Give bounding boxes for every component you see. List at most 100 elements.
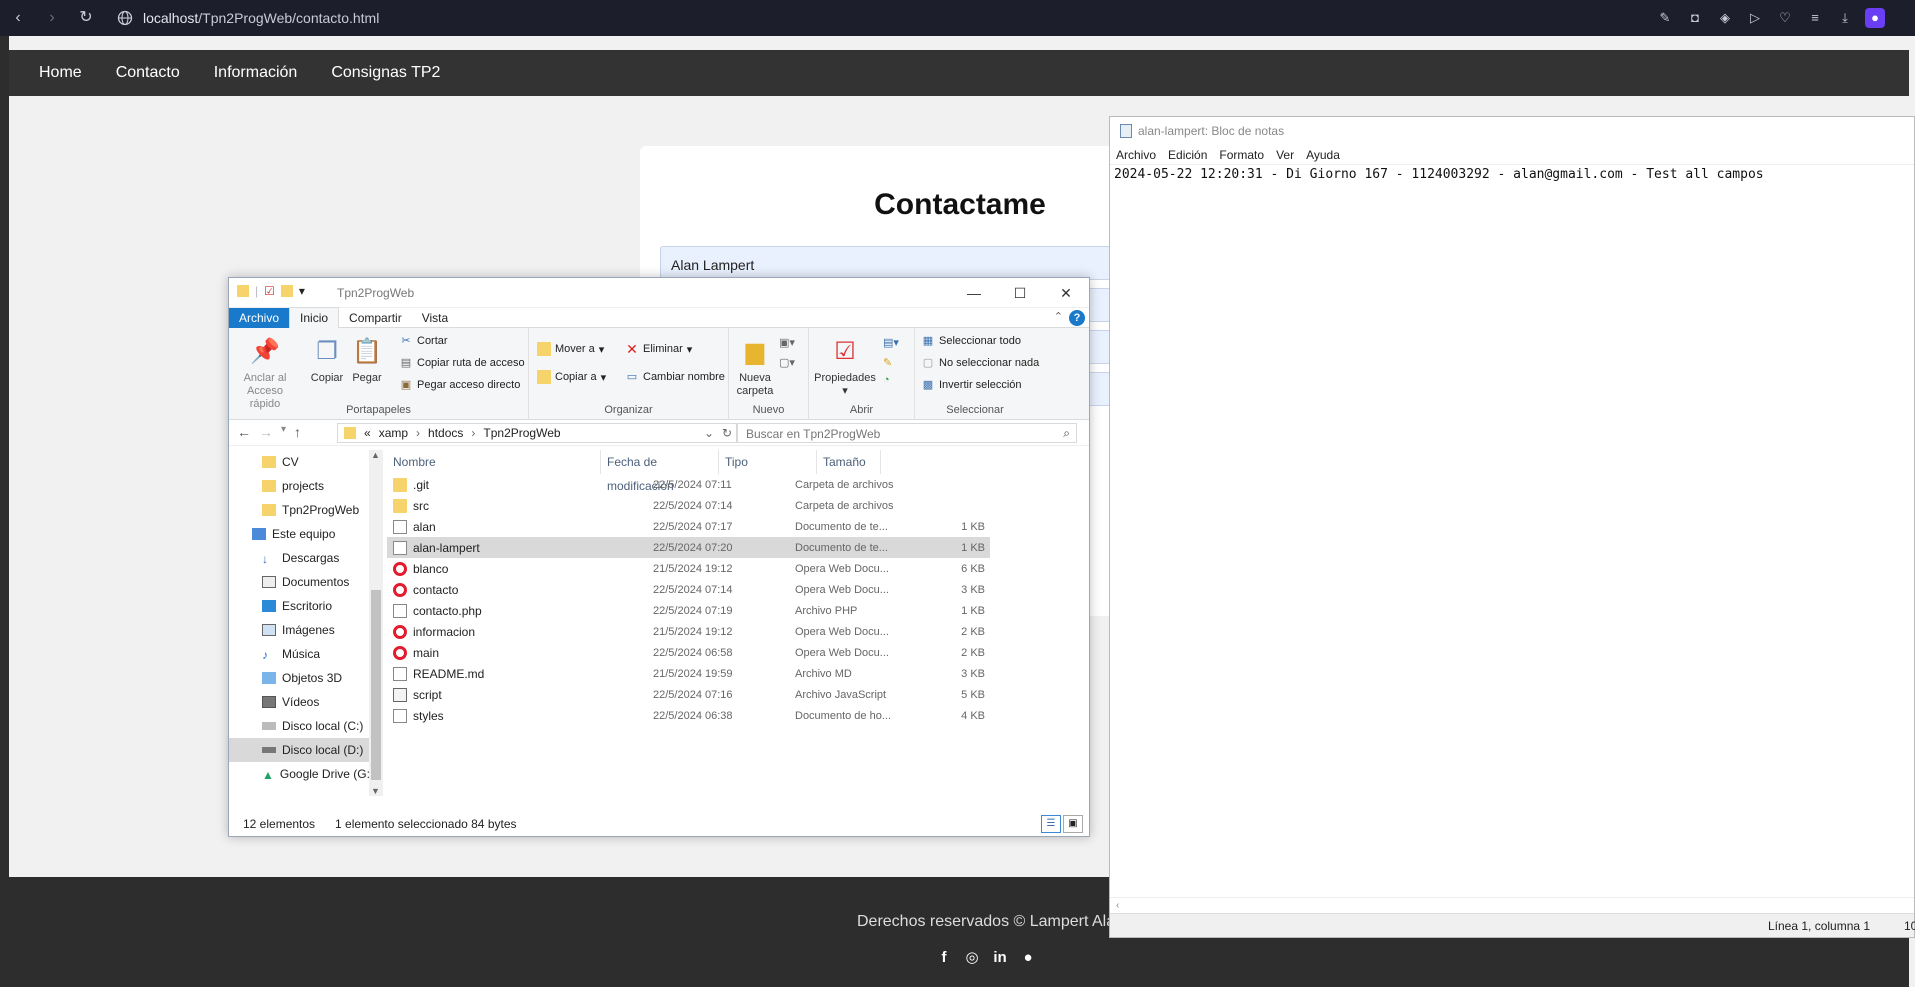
move-to-button[interactable]: Mover a ▾ <box>537 342 604 356</box>
close-icon[interactable]: ✕ <box>1043 278 1089 308</box>
nav-pane-item[interactable]: Objetos 3D <box>229 666 369 690</box>
nav-pane-item[interactable]: ▲ Google Drive (G: <box>229 762 369 786</box>
new-folder-button[interactable]: ▆ Nueva carpeta <box>735 336 775 398</box>
file-row[interactable]: styles 22/5/2024 06:38 Documento de ho... 4… <box>387 705 1087 726</box>
download-icon[interactable]: ⤓ <box>1835 8 1855 28</box>
forward-icon[interactable]: → <box>259 424 273 440</box>
nav-pane-scrollbar[interactable]: ▲ ▼ <box>369 450 383 796</box>
select-all-button[interactable]: ▦ Seleccionar todo <box>921 334 1021 348</box>
new-item-icon[interactable]: ▣▾ <box>779 336 795 349</box>
scroll-up-icon[interactable]: ▲ <box>371 450 380 460</box>
menu-ayuda[interactable]: Ayuda <box>1306 148 1340 162</box>
heart-icon[interactable]: ♡ <box>1775 8 1795 28</box>
file-row[interactable]: contacto 22/5/2024 07:14 Opera Web Docu...… <box>387 579 1087 600</box>
paste-button[interactable]: 📋 Pegar <box>349 336 385 385</box>
horizontal-scrollbar[interactable]: ‹ <box>1110 897 1914 913</box>
file-row[interactable]: script 22/5/2024 07:16 Archivo JavaScript 5… <box>387 684 1087 705</box>
open-icon[interactable]: ▤▾ <box>883 336 899 349</box>
file-row[interactable]: .git 22/5/2024 07:11 Carpeta de archivos <box>387 474 1087 495</box>
menu-archivo[interactable]: Archivo <box>1116 148 1156 162</box>
menu-formato[interactable]: Formato <box>1219 148 1264 162</box>
column-type[interactable]: Tipo <box>719 449 817 474</box>
scrollbar-thumb[interactable] <box>371 590 381 780</box>
scroll-down-icon[interactable]: ▼ <box>371 786 380 796</box>
file-row[interactable]: main 22/5/2024 06:58 Opera Web Docu... 2 KB <box>387 642 1087 663</box>
back-icon[interactable]: ‹ <box>8 8 28 28</box>
tab-vista[interactable]: Vista <box>412 308 458 328</box>
reload-icon[interactable]: ↻ <box>76 8 96 28</box>
recent-dropdown-icon[interactable]: ▾ <box>281 424 286 440</box>
nav-pane-item[interactable]: Escritorio <box>229 594 369 618</box>
nav-pane-item[interactable]: ↓ Descargas <box>229 546 369 570</box>
address-bar[interactable]: localhost/Tpn2ProgWeb/contacto.html <box>143 10 379 26</box>
invert-selection-button[interactable]: ▩ Invertir selección <box>921 378 1022 392</box>
history-icon[interactable]: ◔ <box>883 374 890 386</box>
camera-icon[interactable]: ◘ <box>1685 8 1705 28</box>
instagram-icon[interactable]: ◎ <box>963 949 981 967</box>
up-icon[interactable]: ↑ <box>294 424 301 440</box>
nav-pane-item[interactable]: Tpn2ProgWeb <box>229 498 369 522</box>
quick-access-dropdown-icon[interactable]: ▾ <box>299 284 305 298</box>
copy-path-button[interactable]: ▤ Copiar ruta de acceso <box>399 356 525 370</box>
play-icon[interactable]: ▷ <box>1745 8 1765 28</box>
easy-access-icon[interactable]: ▢▾ <box>779 356 795 369</box>
copy-to-button[interactable]: Copiar a ▾ <box>537 370 606 384</box>
chevron-down-icon[interactable]: ⌄ <box>704 426 714 440</box>
edit-icon[interactable]: ✎ <box>883 356 892 369</box>
maximize-icon[interactable]: ☐ <box>997 278 1043 308</box>
edit-icon[interactable]: ✎ <box>1655 8 1675 28</box>
select-none-button[interactable]: ▢ No seleccionar nada <box>921 356 1040 370</box>
file-row[interactable]: blanco 21/5/2024 19:12 Opera Web Docu... 6 … <box>387 558 1087 579</box>
scroll-left-icon[interactable]: ‹ <box>1116 900 1119 911</box>
column-date[interactable]: Fecha de modificación <box>601 449 719 493</box>
rename-button[interactable]: ▭ Cambiar nombre <box>625 370 725 384</box>
column-size[interactable]: Tamaño <box>817 449 881 474</box>
facebook-icon[interactable]: f <box>935 949 953 967</box>
linkedin-icon[interactable]: in <box>991 949 1009 967</box>
back-icon[interactable]: ← <box>237 424 251 440</box>
nav-pane-item[interactable]: Vídeos <box>229 690 369 714</box>
menu-ver[interactable]: Ver <box>1276 148 1294 162</box>
nav-pane-item[interactable]: Disco local (D:) <box>229 738 369 762</box>
nav-pane-item[interactable]: Imágenes <box>229 618 369 642</box>
breadcrumb-tpn2progweb[interactable]: Tpn2ProgWeb <box>483 426 560 440</box>
nav-pane-item[interactable]: CV <box>229 450 369 474</box>
column-name[interactable]: Nombre <box>387 449 601 474</box>
new-folder-icon[interactable] <box>280 285 293 297</box>
nav-pane-item[interactable]: Este equipo <box>229 522 369 546</box>
nav-link-contacto[interactable]: Contacto <box>102 64 194 82</box>
properties-check-icon[interactable]: ☑ <box>264 284 275 298</box>
breadcrumb-htdocs[interactable]: htdocs <box>428 426 463 440</box>
tab-archivo[interactable]: Archivo <box>229 307 290 328</box>
file-row[interactable]: alan 22/5/2024 07:17 Documento de te... 1 K… <box>387 516 1087 537</box>
nav-link-home[interactable]: Home <box>25 64 96 82</box>
details-view-icon[interactable]: ☰ <box>1041 815 1061 833</box>
file-row[interactable]: contacto.php 22/5/2024 07:19 Archivo PHP 1 … <box>387 600 1087 621</box>
nav-pane-item[interactable]: Documentos <box>229 570 369 594</box>
file-row[interactable]: README.md 21/5/2024 19:59 Archivo MD 3 KB <box>387 663 1087 684</box>
file-row[interactable]: alan-lampert 22/5/2024 07:20 Documento de … <box>387 537 990 558</box>
breadcrumb-overflow[interactable]: « <box>364 426 371 440</box>
nav-pane-item[interactable]: Disco local (C:) <box>229 714 369 738</box>
menu-edicion[interactable]: Edición <box>1168 148 1207 162</box>
notepad-text-area[interactable]: 2024-05-22 12:20:31 - Di Giorno 167 - 11… <box>1110 165 1914 184</box>
tab-inicio[interactable]: Inicio <box>289 307 340 328</box>
large-icons-view-icon[interactable]: ▣ <box>1063 815 1083 833</box>
explorer-address-bar[interactable]: « xamp › htdocs › Tpn2ProgWeb ⌄ ↻ <box>337 423 737 443</box>
shield-icon[interactable]: ◈ <box>1715 8 1735 28</box>
explorer-search-input[interactable]: Buscar en Tpn2ProgWeb ⌕ <box>737 423 1077 443</box>
file-row[interactable]: src 22/5/2024 07:14 Carpeta de archivos <box>387 495 1087 516</box>
pin-quick-access-button[interactable]: 📌 Anclar al Acceso rápido <box>233 336 297 411</box>
nav-pane-item[interactable]: ♪ Música <box>229 642 369 666</box>
nav-link-informacion[interactable]: Información <box>200 64 312 82</box>
minimize-icon[interactable]: — <box>951 278 997 308</box>
search-icon[interactable]: ⌕ <box>1063 426 1070 441</box>
paste-shortcut-button[interactable]: ▣ Pegar acceso directo <box>399 378 521 392</box>
nav-pane-item[interactable]: projects <box>229 474 369 498</box>
properties-button[interactable]: ☑ Propiedades ▾ <box>813 336 877 398</box>
menu-icon[interactable]: ≡ <box>1805 8 1825 28</box>
file-row[interactable]: informacion 21/5/2024 19:12 Opera Web Docu… <box>387 621 1087 642</box>
forward-icon[interactable]: › <box>42 8 62 28</box>
tab-compartir[interactable]: Compartir <box>339 308 412 328</box>
github-icon[interactable]: ● <box>1019 949 1037 967</box>
